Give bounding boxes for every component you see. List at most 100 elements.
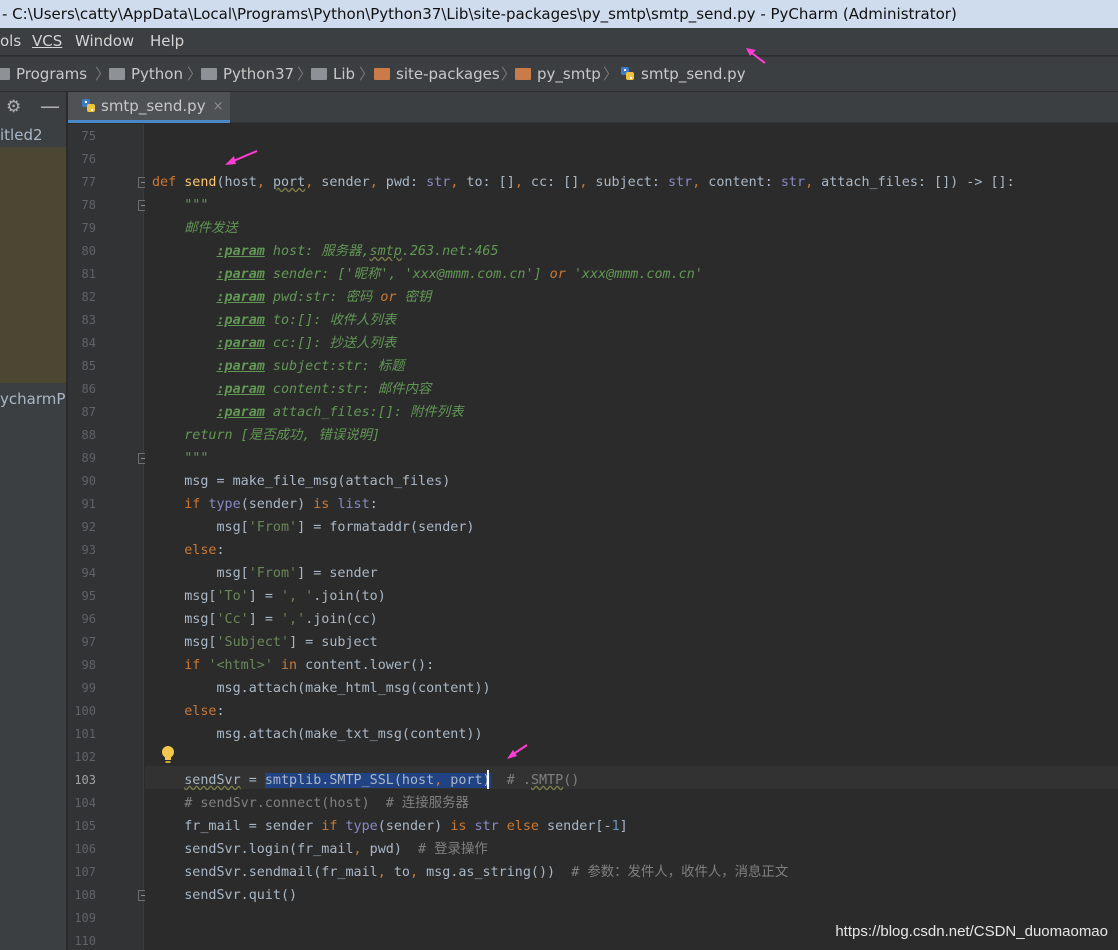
folder-icon <box>201 68 217 80</box>
gear-icon[interactable]: ⚙ <box>6 97 21 117</box>
chevron-right-icon: 〉 <box>501 65 517 83</box>
annotation-arrow-icon <box>507 744 528 759</box>
breadcrumb-item-programs[interactable]: Programs <box>0 57 87 91</box>
code-line: if '<html>' in content.lower(): <box>184 658 435 673</box>
line-number: 89 <box>81 451 96 465</box>
line-number: 79 <box>81 221 96 235</box>
menu-tools[interactable]: ols <box>0 28 21 55</box>
breadcrumb-item-py-smtp[interactable]: py_smtp <box>515 57 601 91</box>
code-line: sendSvr = smtplib.SMTP_SSL(host, port) #… <box>184 773 580 788</box>
lightbulb-icon[interactable] <box>160 745 176 765</box>
line-number: 91 <box>81 497 96 511</box>
window-title: - C:\Users\catty\AppData\Local\Programs\… <box>2 5 957 23</box>
line-number: 83 <box>81 313 96 327</box>
line-number: 100 <box>74 704 96 718</box>
line-number: 85 <box>81 359 96 373</box>
code-line: msg['From'] = sender <box>152 566 378 581</box>
line-number: 75 <box>81 129 96 143</box>
annotation-arrow-icon <box>225 150 258 165</box>
breadcrumb-item-smtp-send[interactable]: smtp_send.py <box>620 57 746 91</box>
line-number: 87 <box>81 405 96 419</box>
project-tree-item[interactable]: itled2 <box>0 126 43 144</box>
line-number: 82 <box>81 290 96 304</box>
folder-icon <box>109 68 125 80</box>
breadcrumb: Programs 〉 Python 〉 Python37 〉 Lib 〉 sit… <box>0 56 1118 92</box>
code-line: sendSvr.quit() <box>152 888 298 903</box>
folder-icon <box>311 68 327 80</box>
menu-vcs[interactable]: VCS <box>32 28 62 55</box>
breadcrumb-label: Python37 <box>223 65 295 83</box>
breadcrumb-item-python[interactable]: Python <box>109 57 183 91</box>
code-line: else: <box>184 543 225 558</box>
line-number: 77 <box>81 175 96 189</box>
breadcrumb-item-lib[interactable]: Lib <box>311 57 355 91</box>
watermark: https://blog.csdn.net/CSDN_duomaomao <box>835 923 1108 940</box>
code-line: :param pwd:str: 密码 or 密钥 <box>216 290 432 305</box>
line-number: 110 <box>74 934 96 948</box>
line-number: 104 <box>74 796 96 810</box>
code-editor[interactable]: def send(host, port, sender, pwd: str, t… <box>145 124 1118 950</box>
annotation-arrow-icon <box>746 48 766 64</box>
code-line: """ <box>152 198 209 213</box>
line-number: 109 <box>74 911 96 925</box>
tab-label: smtp_send.py <box>101 97 206 115</box>
code-line: :param to:[]: 收件人列表 <box>216 313 397 328</box>
code-line: def send(host, port, sender, pwd: str, t… <box>152 175 1015 190</box>
selected-tree-row <box>0 147 66 383</box>
line-number-gutter: 75 76 77 78 79 80 81 82 83 84 85 86 87 88 89 90 91 92 93 94… <box>68 124 149 950</box>
code-line: msg.attach(make_html_msg(content)) <box>152 681 491 696</box>
line-number: 101 <box>74 727 96 741</box>
line-number: 94 <box>81 566 96 580</box>
code-line: sendSvr.login(fr_mail, pwd) # 登录操作 <box>152 842 488 857</box>
code-line: sendSvr.sendmail(fr_mail, to, msg.as_str… <box>152 865 789 880</box>
code-line: :param sender: ['昵称', 'xxx@mmm.com.cn'] … <box>216 267 703 282</box>
breadcrumb-item-python37[interactable]: Python37 <box>201 57 294 91</box>
line-number: 107 <box>74 865 96 879</box>
project-panel: ⚙ — itled2 ycharmPr <box>0 92 67 950</box>
code-line: 邮件发送 <box>152 221 238 236</box>
python-file-icon <box>621 67 634 80</box>
line-number: 106 <box>74 842 96 856</box>
menu-bar: ols VCS Window Help <box>0 28 1118 55</box>
line-number: 90 <box>81 474 96 488</box>
folder-icon <box>515 68 531 80</box>
line-number: 102 <box>74 750 96 764</box>
code-line: :param subject:str: 标题 <box>216 359 405 374</box>
minimize-icon[interactable]: — <box>40 94 60 118</box>
line-number: 105 <box>74 819 96 833</box>
chevron-right-icon: 〉 <box>297 65 313 83</box>
folder-icon <box>0 68 10 80</box>
breadcrumb-label: py_smtp <box>537 65 601 83</box>
menu-help[interactable]: Help <box>150 28 184 55</box>
tab-smtp-send[interactable]: smtp_send.py × <box>68 92 230 123</box>
code-line: msg.attach(make_txt_msg(content)) <box>152 727 483 742</box>
code-line: msg['Subject'] = subject <box>152 635 378 650</box>
code-line: """ <box>152 451 209 466</box>
menu-window[interactable]: Window <box>75 28 134 55</box>
breadcrumb-label: Programs <box>16 65 88 83</box>
code-line: :param attach_files:[]: 附件列表 <box>216 405 464 420</box>
close-icon[interactable]: × <box>213 99 224 114</box>
line-number: 81 <box>81 267 96 281</box>
code-line: # sendSvr.connect(host) # 连接服务器 <box>184 796 469 811</box>
code-line: msg = make_file_msg(attach_files) <box>152 474 451 489</box>
line-number: 84 <box>81 336 96 350</box>
line-number: 96 <box>81 612 96 626</box>
line-number: 108 <box>74 888 96 902</box>
line-number: 93 <box>81 543 96 557</box>
line-number: 99 <box>81 681 96 695</box>
window-title-bar: - C:\Users\catty\AppData\Local\Programs\… <box>0 0 1118 28</box>
python-file-icon <box>82 99 95 112</box>
chevron-right-icon: 〉 <box>603 65 619 83</box>
line-number: 86 <box>81 382 96 396</box>
project-tree-item[interactable]: ycharmPr <box>0 390 66 408</box>
chevron-right-icon: 〉 <box>95 65 111 83</box>
breadcrumb-item-site-packages[interactable]: site-packages <box>374 57 500 91</box>
breadcrumb-label: site-packages <box>396 65 500 83</box>
text-caret <box>487 770 489 789</box>
code-line: msg['Cc'] = ','.join(cc) <box>152 612 378 627</box>
line-number: 76 <box>81 152 96 166</box>
line-number: 80 <box>81 244 96 258</box>
project-panel-header: ⚙ — <box>0 92 66 122</box>
code-line: msg['To'] = ', '.join(to) <box>152 589 386 604</box>
